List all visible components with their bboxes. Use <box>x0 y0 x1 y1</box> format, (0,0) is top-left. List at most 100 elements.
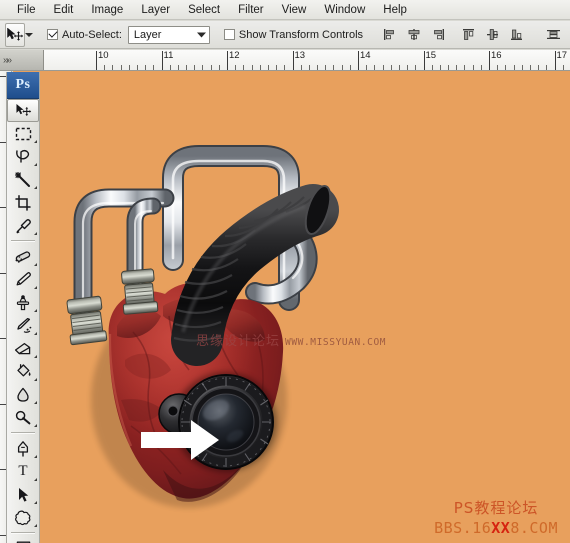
paint-bucket-icon <box>16 363 30 376</box>
tool-preset-dropdown[interactable] <box>25 24 33 46</box>
ruler-label: 13 <box>294 50 306 61</box>
tool-healing-brush[interactable] <box>7 245 39 268</box>
ruler-tick-minor <box>480 65 482 70</box>
show-transform-controls-checkbox[interactable] <box>223 29 235 40</box>
history-brush-icon <box>16 318 31 333</box>
ruler-tick-minor <box>521 65 523 70</box>
ruler-tick-minor <box>308 65 310 70</box>
ruler-tick-minor <box>497 65 499 70</box>
ruler-tick-minor <box>259 65 261 70</box>
tool-custom-shape[interactable] <box>7 506 39 529</box>
distribute-top-edges-icon <box>547 30 561 39</box>
ruler-tick-minor <box>145 65 147 70</box>
tool-lasso[interactable] <box>7 145 39 168</box>
tool-crop[interactable] <box>7 191 39 214</box>
align-bottom-edges-icon <box>510 29 522 40</box>
tool-history-brush[interactable] <box>7 314 39 337</box>
photoshop-logo: Ps <box>7 72 39 99</box>
ruler-tick-major <box>358 51 359 70</box>
tool-type[interactable]: T <box>7 460 39 483</box>
tool-rectangular-marquee[interactable] <box>7 122 39 145</box>
ruler-tick-major <box>292 51 294 70</box>
horizontal-ruler[interactable]: »» 10 11 12 13 14 15 16 17 <box>0 50 570 71</box>
tool-notes[interactable] <box>7 537 39 543</box>
align-left-edges-button[interactable] <box>379 24 400 45</box>
tool-eyedropper[interactable] <box>7 214 39 237</box>
ruler-tick-minor <box>529 65 531 70</box>
auto-select-label: Auto-Select: <box>62 28 122 41</box>
auto-select-checkbox[interactable] <box>47 29 58 40</box>
ruler-tick-minor <box>382 65 384 70</box>
ruler-tick-minor <box>390 65 392 70</box>
menu-bar: File Edit Image Layer Select Filter View… <box>0 0 570 20</box>
tools-divider-2 <box>11 432 35 434</box>
ruler-tick-minor <box>136 65 138 70</box>
tool-pen[interactable] <box>7 437 39 460</box>
move-tool-icon <box>7 27 24 41</box>
ruler-tick-minor <box>546 65 548 70</box>
distribute-button-group <box>543 24 570 45</box>
ruler-tick-minor <box>210 65 212 70</box>
tool-move[interactable] <box>7 99 39 122</box>
ruler-tick-minor <box>513 65 515 70</box>
tool-blur[interactable] <box>7 383 39 406</box>
ruler-tick-minor <box>366 65 368 70</box>
ruler-tick-minor <box>202 65 204 70</box>
menu-item-image[interactable]: Image <box>82 1 132 19</box>
ruler-tick-minor <box>464 65 466 70</box>
menu-item-select[interactable]: Select <box>179 1 229 19</box>
menu-item-filter[interactable]: Filter <box>229 1 273 19</box>
align-right-edges-button[interactable] <box>427 24 448 45</box>
tool-brush[interactable] <box>7 268 39 291</box>
ruler-tick-minor <box>177 65 179 70</box>
ruler-tick-major <box>423 51 425 70</box>
double-chevron-right-icon: »» <box>3 54 12 66</box>
ruler-tick-minor <box>333 65 335 70</box>
healing-brush-icon <box>15 251 31 263</box>
distribute-top-edges-button[interactable] <box>543 24 564 45</box>
ruler-label: 16 <box>491 50 502 61</box>
menu-item-help[interactable]: Help <box>374 1 416 19</box>
align-horizontal-centers-button[interactable] <box>403 24 424 45</box>
ruler-tick-minor <box>448 65 450 70</box>
current-tool-preview[interactable] <box>5 22 25 47</box>
photoshop-window: File Edit Image Layer Select Filter View… <box>0 0 570 543</box>
tool-clone-stamp[interactable] <box>7 291 39 314</box>
menu-item-layer[interactable]: Layer <box>132 1 179 19</box>
align-top-edges-button[interactable] <box>458 24 479 45</box>
ruler-corner-collapse-button[interactable]: »» <box>0 50 44 70</box>
options-bar: Auto-Select: Layer Show Transform Contro… <box>0 21 570 49</box>
tool-magic-wand[interactable] <box>7 168 39 191</box>
align-right-edges-icon <box>433 29 444 40</box>
crop-tool-icon <box>14 194 31 211</box>
menu-item-edit[interactable]: Edit <box>45 1 83 19</box>
ruler-tick-minor <box>120 65 122 70</box>
auto-select-target-dropdown[interactable]: Layer <box>127 25 210 44</box>
align-top-edges-icon <box>462 29 474 40</box>
menu-item-view[interactable]: View <box>273 1 316 19</box>
ruler-tick-minor <box>505 65 507 70</box>
ruler-tick-minor <box>194 65 196 70</box>
tool-eraser[interactable] <box>7 337 39 360</box>
menu-item-window[interactable]: Window <box>315 1 374 19</box>
ruler-tick-minor <box>267 65 269 70</box>
document-canvas[interactable]: 思缘设计论坛 WWW.MISSYUAN.COM PS教程论坛 BBS.16XX8… <box>13 70 570 543</box>
menu-item-file[interactable]: File <box>8 1 45 19</box>
lasso-tool-icon <box>15 149 29 163</box>
brush-tool-icon <box>16 272 31 286</box>
tool-path-selection[interactable] <box>7 483 39 506</box>
ruler-tick-major <box>96 51 97 70</box>
tool-dodge[interactable] <box>7 406 39 429</box>
ruler-tick-minor <box>407 65 409 70</box>
move-tool-icon <box>15 103 31 116</box>
align-vertical-centers-button[interactable] <box>482 24 503 45</box>
ruler-label: 17 <box>556 50 568 61</box>
ruler-tick-major <box>227 51 228 70</box>
ruler-tick-minor <box>128 65 130 70</box>
ruler-label: 12 <box>229 50 240 61</box>
align-left-edges-icon <box>383 29 394 40</box>
ruler-tick-minor <box>472 65 474 70</box>
align-bottom-edges-button[interactable] <box>506 24 527 45</box>
tool-paint-bucket[interactable] <box>7 360 39 383</box>
ruler-tick-minor <box>153 65 155 70</box>
